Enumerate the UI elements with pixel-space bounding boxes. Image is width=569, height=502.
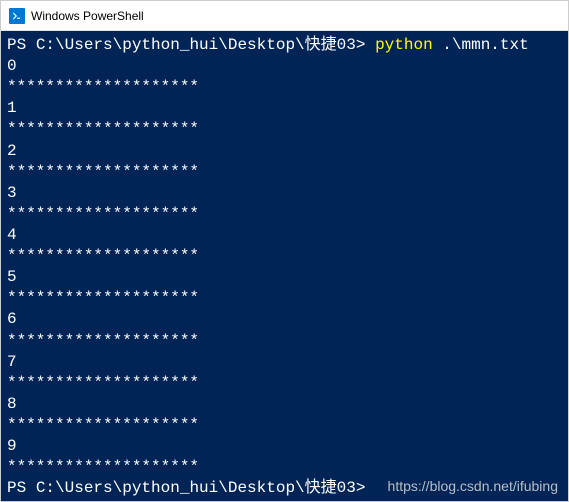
- prompt-gt: >: [356, 36, 375, 54]
- output-line: 7: [7, 352, 562, 373]
- output-line: 8: [7, 394, 562, 415]
- output-line: 0: [7, 56, 562, 77]
- output-line: 2: [7, 141, 562, 162]
- separator-line: ********************: [7, 457, 562, 478]
- output-line: 4: [7, 225, 562, 246]
- prompt-path: C:\Users\python_hui\Desktop\快捷03: [36, 479, 356, 497]
- separator-line: ********************: [7, 415, 562, 436]
- separator-line: ********************: [7, 204, 562, 225]
- separator-line: ********************: [7, 119, 562, 140]
- window-title: Windows PowerShell: [31, 9, 144, 23]
- prompt-prefix: PS: [7, 36, 36, 54]
- powershell-icon: [9, 8, 25, 24]
- watermark-text: https://blog.csdn.net/ifubing: [388, 477, 558, 495]
- separator-line: ********************: [7, 331, 562, 352]
- title-bar: Windows PowerShell: [1, 1, 568, 31]
- separator-line: ********************: [7, 373, 562, 394]
- prompt-line-1: PS C:\Users\python_hui\Desktop\快捷03> pyt…: [7, 35, 562, 56]
- output-line: 6: [7, 309, 562, 330]
- command-args: .\mmn.txt: [433, 36, 529, 54]
- output-line: 9: [7, 436, 562, 457]
- separator-line: ********************: [7, 77, 562, 98]
- separator-line: ********************: [7, 288, 562, 309]
- terminal-area[interactable]: PS C:\Users\python_hui\Desktop\快捷03> pyt…: [1, 31, 568, 501]
- prompt-gt: >: [356, 479, 366, 497]
- output-line: 5: [7, 267, 562, 288]
- separator-line: ********************: [7, 162, 562, 183]
- output-line: 1: [7, 98, 562, 119]
- prompt-path: C:\Users\python_hui\Desktop\快捷03: [36, 36, 356, 54]
- prompt-prefix: PS: [7, 479, 36, 497]
- command-text: python: [375, 36, 433, 54]
- output-line: 3: [7, 183, 562, 204]
- separator-line: ********************: [7, 246, 562, 267]
